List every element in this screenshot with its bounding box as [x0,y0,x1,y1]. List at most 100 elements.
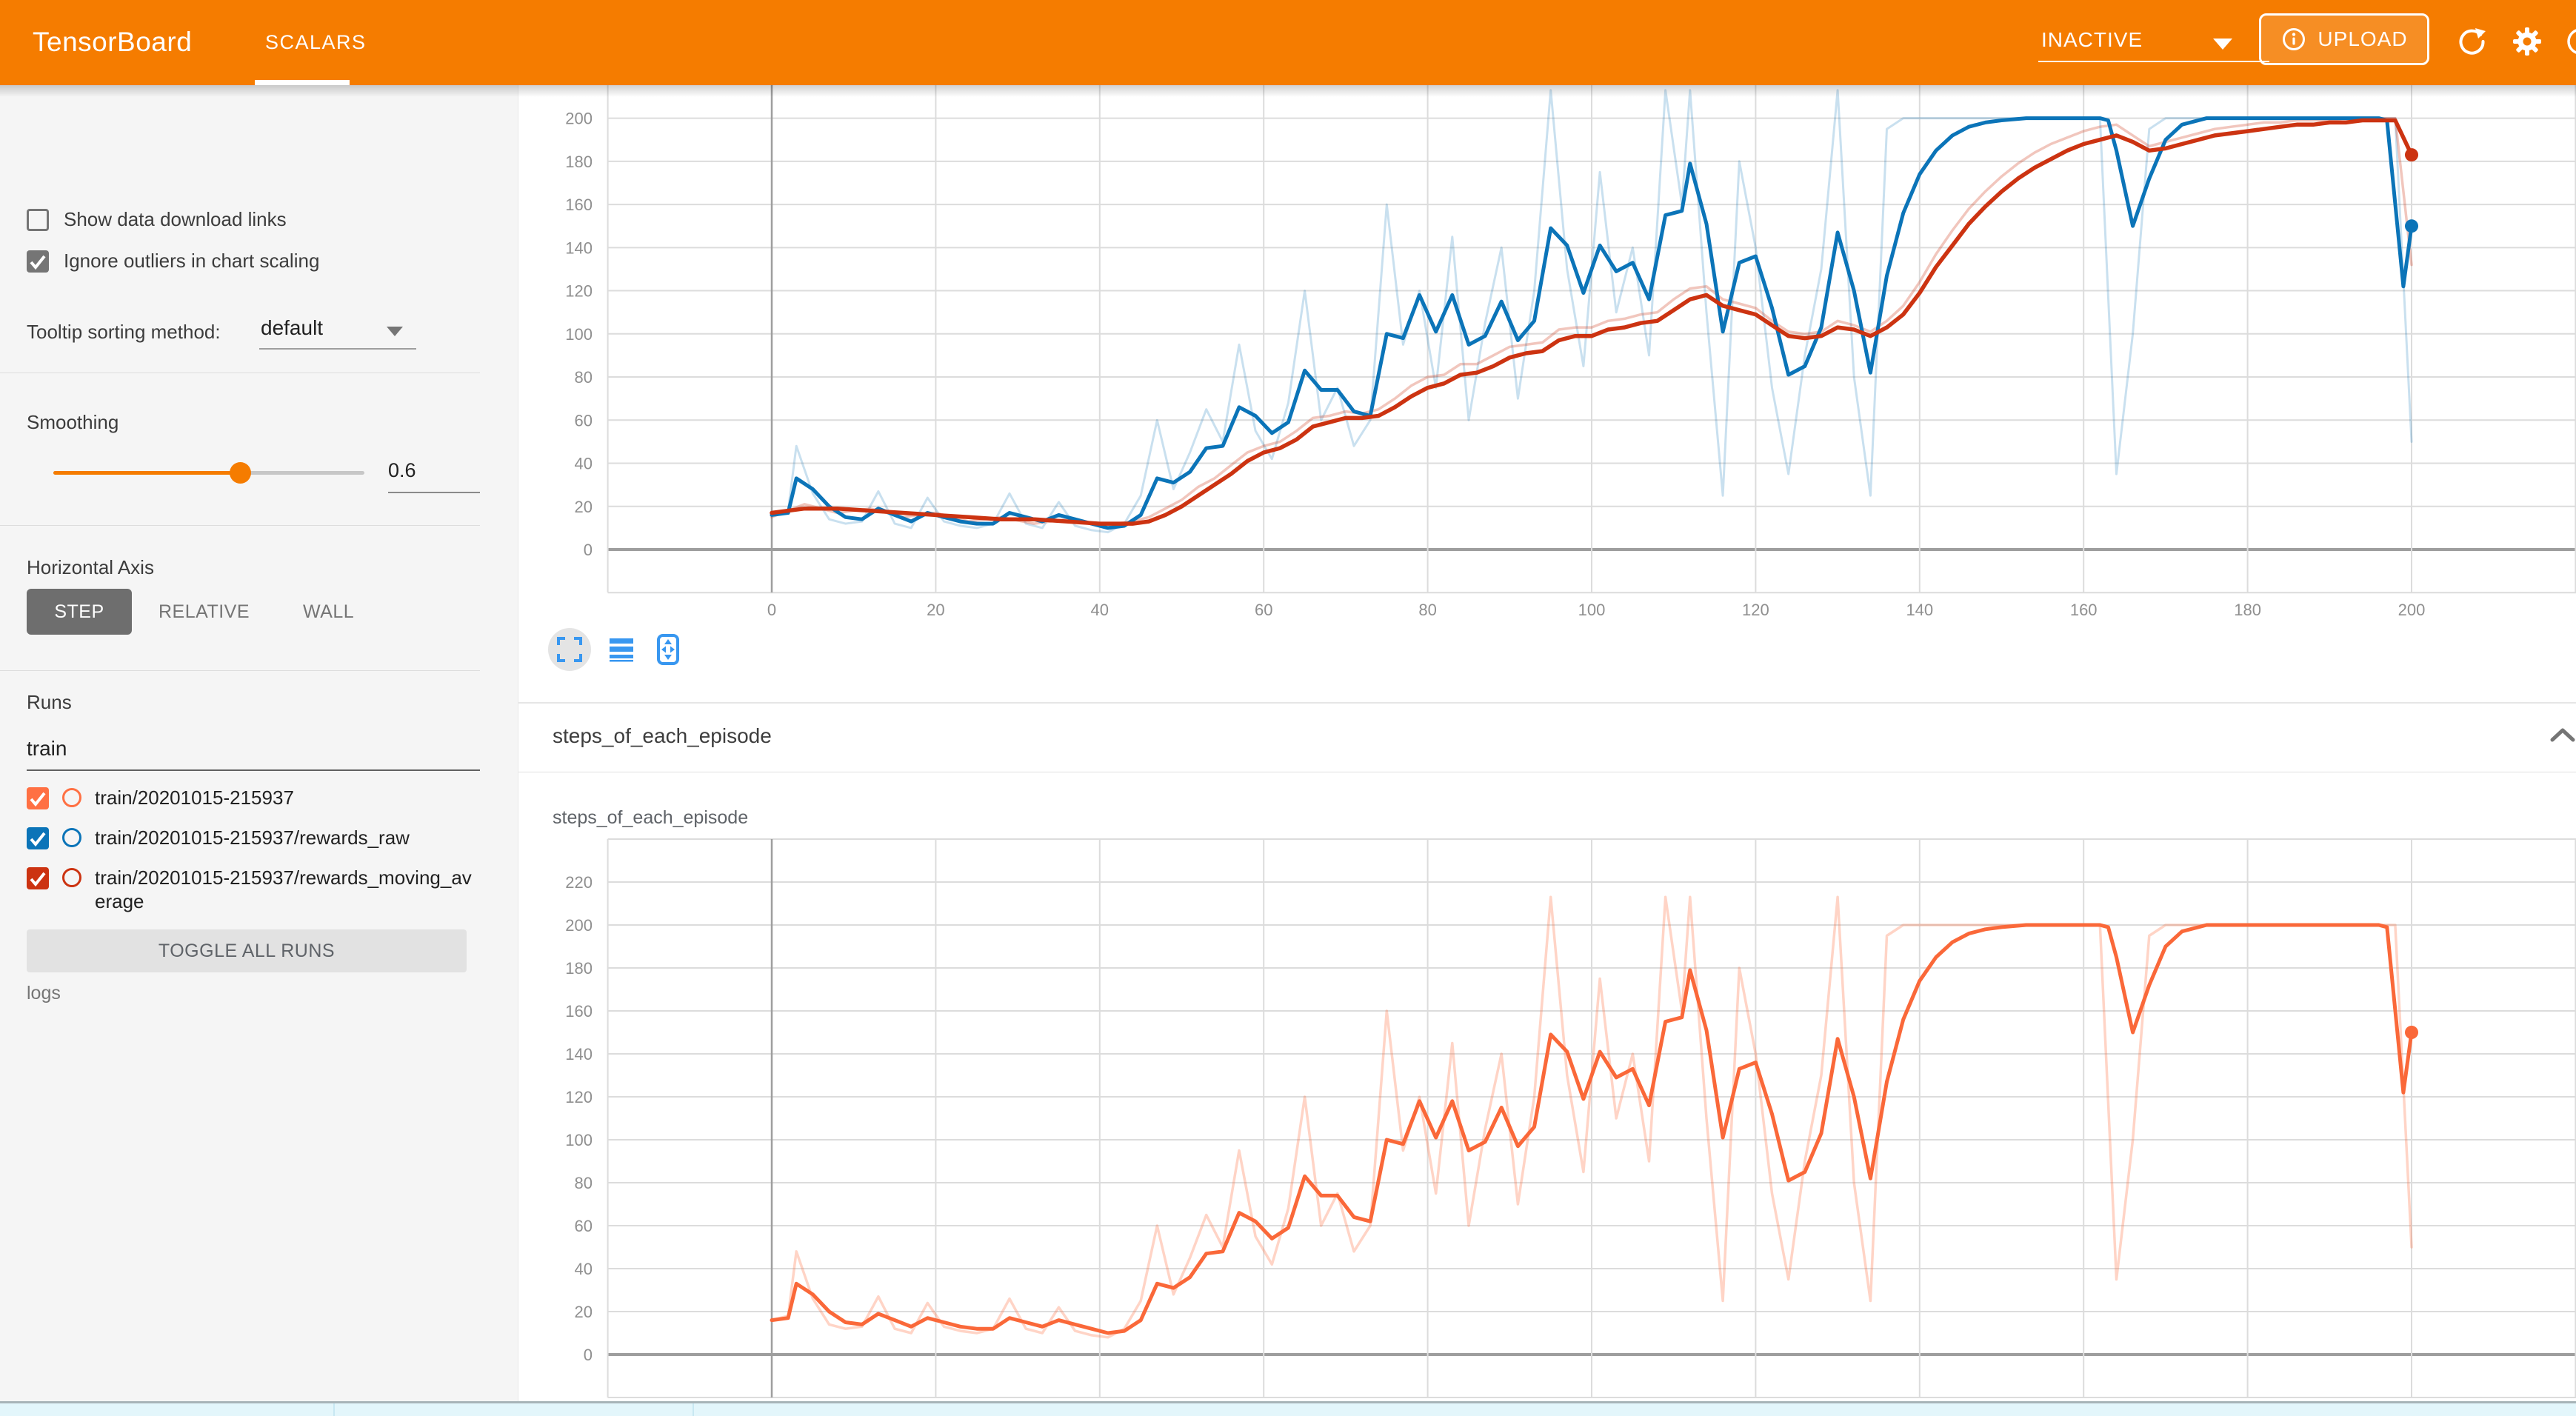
upload-button[interactable]: UPLOAD [2259,13,2429,65]
run-label: train/20201015-215937 [95,786,480,809]
svg-text:100: 100 [565,1131,593,1149]
svg-text:100: 100 [565,325,593,344]
tooltip-sorting-label: Tooltip sorting method: [27,321,221,344]
run-filter-input[interactable] [27,737,478,761]
svg-text:160: 160 [565,196,593,214]
svg-text:140: 140 [1906,601,1933,619]
svg-text:220: 220 [565,873,593,892]
svg-text:100: 100 [1578,601,1606,619]
run-row[interactable]: train/20201015-215937 [27,786,480,809]
run-row[interactable]: train/20201015-215937/rewards_raw [27,826,480,849]
horizontal-axis-toggle: STEPRELATIVEWALL [27,589,381,635]
svg-text:180: 180 [2234,601,2261,619]
svg-text:120: 120 [565,282,593,301]
settings-sidebar: Show data download links Ignore outliers … [0,85,518,1403]
tooltip-sorting-select[interactable]: default [261,316,323,340]
run-checkbox[interactable] [27,827,49,849]
toggle-all-runs-button[interactable]: TOGGLE ALL RUNS [27,929,467,972]
svg-text:40: 40 [1091,601,1109,619]
svg-text:20: 20 [575,498,593,516]
smoothing-slider-fill [53,471,240,475]
chart-toolbar [548,626,684,673]
svg-text:60: 60 [575,1217,593,1235]
chart-title: steps_of_each_episode [553,807,748,829]
svg-text:40: 40 [575,1260,593,1278]
run-color-radio[interactable] [62,788,81,807]
fit-domain-icon[interactable] [652,633,684,666]
tab-scalars[interactable]: SCALARS [255,0,377,85]
run-checkbox[interactable] [27,867,49,889]
svg-text:0: 0 [584,1346,593,1364]
chevron-up-icon[interactable] [2549,726,2576,744]
divider [0,525,480,526]
fullscreen-icon [556,636,583,663]
charts-area: 0 20 40 60 80 100 120 140 160 180 200 0 20 40 60 80 100 1… [518,85,2576,1416]
refresh-icon[interactable] [2456,25,2489,58]
run-label: train/20201015-215937/rewards_moving_ave… [95,866,480,913]
caret-down-icon [2213,39,2232,50]
upload-label: UPLOAD [2318,27,2407,51]
svg-text:200: 200 [565,110,593,128]
svg-text:20: 20 [575,1303,593,1321]
svg-text:0: 0 [767,601,776,619]
tensorboard-app: TensorBoard SCALARS INACTIVE UPLOAD [0,0,2576,1416]
run-checkbox[interactable] [27,787,49,809]
checkbox-checked[interactable] [27,250,49,273]
caret-down-icon[interactable] [387,327,403,336]
input-underline [388,492,480,493]
svg-text:80: 80 [575,1174,593,1192]
expand-chart-button[interactable] [548,628,591,671]
svg-text:40: 40 [575,455,593,473]
haxis-option-wall[interactable]: WALL [276,589,381,635]
section-title: steps_of_each_episode [553,724,772,748]
svg-text:80: 80 [575,368,593,387]
section-header-steps-of-each-episode[interactable]: steps_of_each_episode [518,704,2576,772]
svg-text:80: 80 [1418,601,1436,619]
haxis-option-relative[interactable]: RELATIVE [132,589,276,635]
svg-text:180: 180 [565,959,593,978]
checkbox-row[interactable]: Show data download links [27,208,287,231]
checkbox-unchecked[interactable] [27,209,49,231]
smoothing-slider-knob[interactable] [230,462,251,484]
select-underline [259,348,416,350]
run-row[interactable]: train/20201015-215937/rewards_moving_ave… [27,866,480,913]
smoothing-label: Smoothing [27,411,119,434]
horizontal-axis-label: Horizontal Axis [27,556,154,579]
svg-text:200: 200 [2398,601,2426,619]
divider [0,670,480,671]
run-color-radio[interactable] [62,828,81,847]
input-underline [27,769,480,771]
app-header: TensorBoard SCALARS INACTIVE UPLOAD [0,0,2576,85]
run-color-radio[interactable] [62,868,81,887]
svg-text:140: 140 [565,1045,593,1063]
smoothing-slider[interactable] [53,471,364,475]
view-data-icon[interactable] [607,635,635,664]
svg-text:120: 120 [1742,601,1769,619]
checkbox-label: Ignore outliers in chart scaling [64,250,319,273]
run-label: train/20201015-215937/rewards_raw [95,826,480,849]
svg-text:60: 60 [575,411,593,430]
runs-footer-label: logs [27,983,61,1004]
tab-active-underline [255,80,350,85]
gear-icon[interactable] [2511,25,2543,58]
checkbox-row[interactable]: Ignore outliers in chart scaling [27,250,319,273]
help-circle-icon[interactable] [2564,25,2576,58]
status-dropdown[interactable]: INACTIVE [2038,22,2269,64]
info-circle-icon [2280,26,2307,53]
svg-text:200: 200 [565,916,593,935]
haxis-option-step[interactable]: STEP [27,589,132,635]
strip-divider [693,1403,694,1416]
smoothing-value-input[interactable] [388,459,480,482]
status-value: INACTIVE [2041,28,2143,52]
app-title: TensorBoard [33,27,192,58]
strip-divider [333,1403,335,1416]
svg-text:120: 120 [565,1088,593,1106]
status-underline [2038,61,2269,62]
svg-text:140: 140 [565,238,593,257]
scalar-chart-steps[interactable]: 020406080100120140160180200220 [563,837,2576,1416]
svg-text:60: 60 [1255,601,1272,619]
scalar-chart-rewards[interactable]: 0204060801001201401601802000204060801001… [563,85,2576,674]
checkbox-label: Show data download links [64,208,287,231]
bottom-status-strip [0,1401,2576,1416]
run-list: train/20201015-215937 train/20201015-2159… [27,786,480,929]
